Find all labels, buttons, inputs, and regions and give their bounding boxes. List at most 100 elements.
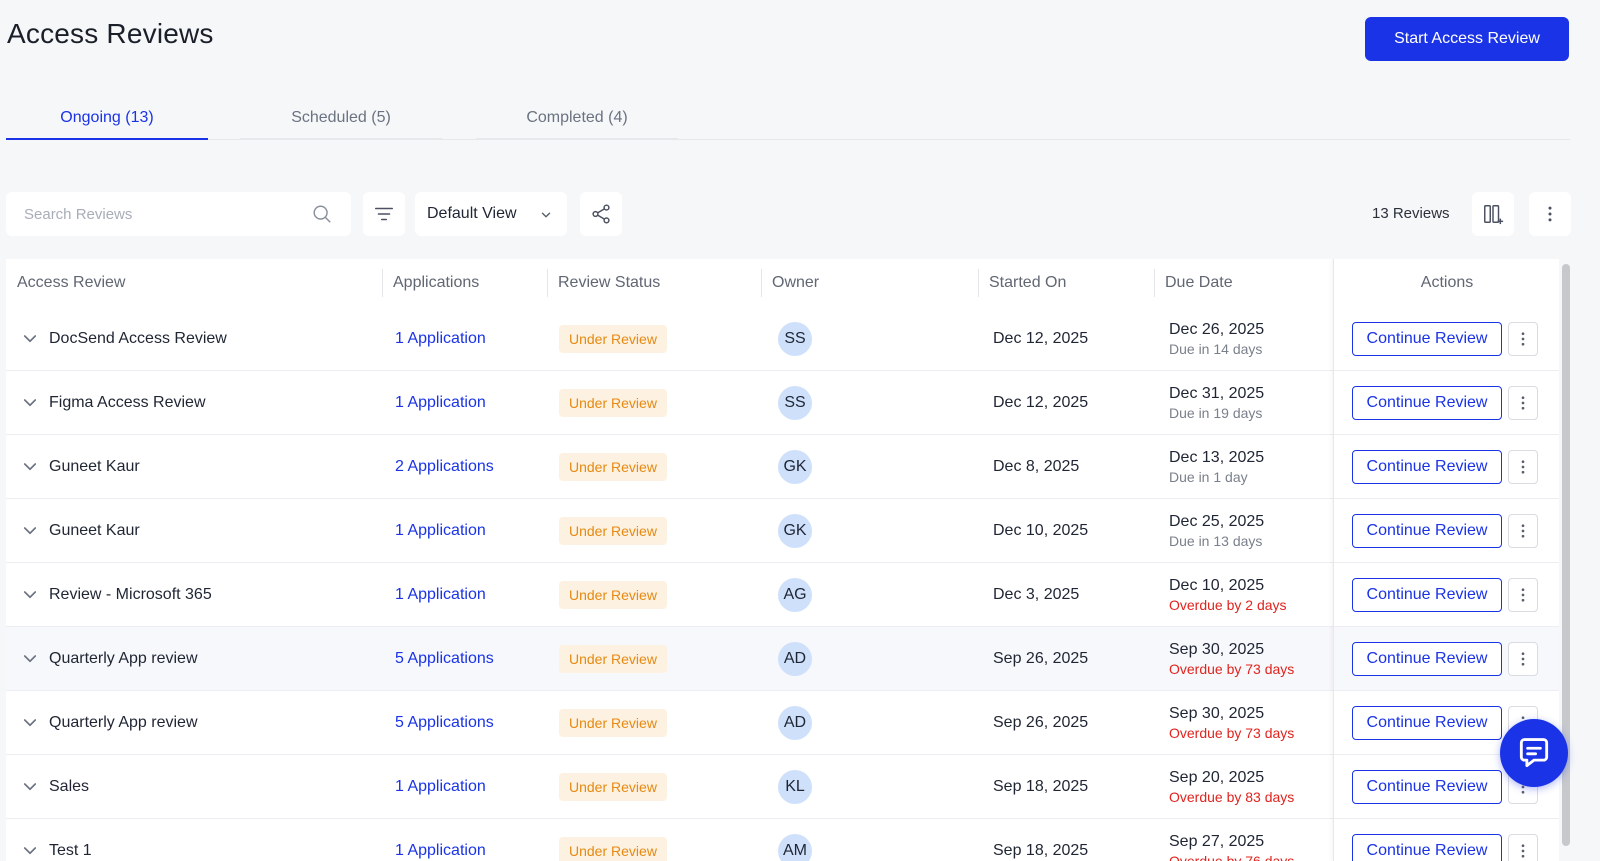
continue-review-button[interactable]: Continue Review: [1352, 834, 1502, 861]
columns-button[interactable]: [1472, 192, 1514, 236]
tab-ongoing[interactable]: Ongoing (13): [6, 98, 208, 140]
table-row[interactable]: DocSend Access Review 1 Application Under …: [6, 307, 1559, 371]
owner-avatar[interactable]: AG: [778, 578, 812, 612]
applications-link[interactable]: 1 Application: [395, 819, 486, 861]
status-badge: Under Review: [559, 517, 667, 545]
row-expand-toggle[interactable]: [18, 563, 42, 627]
applications-link[interactable]: 5 Applications: [395, 691, 494, 755]
search-input[interactable]: [24, 205, 304, 223]
tab-bar: Ongoing (13) Scheduled (5) Completed (4): [6, 98, 1570, 140]
chevron-down-icon: [23, 463, 37, 471]
action-row: Continue Review: [1334, 819, 1559, 861]
owner-avatar[interactable]: AD: [778, 706, 812, 740]
due-date: Dec 10, 2025: [1169, 577, 1265, 594]
owner-avatar[interactable]: SS: [778, 322, 812, 356]
applications-link[interactable]: 1 Application: [395, 499, 486, 563]
start-access-review-button[interactable]: Start Access Review: [1365, 17, 1569, 61]
search-icon[interactable]: [311, 203, 333, 225]
column-header-review-status[interactable]: Review Status: [547, 259, 761, 307]
continue-review-button[interactable]: Continue Review: [1352, 642, 1502, 676]
row-expand-toggle[interactable]: [18, 307, 42, 371]
action-row: Continue Review: [1334, 627, 1559, 691]
review-name: Quarterly App review: [49, 714, 198, 731]
column-header-started-on[interactable]: Started On: [978, 259, 1154, 307]
row-more-button[interactable]: [1508, 450, 1538, 484]
status-badge: Under Review: [559, 581, 667, 609]
tab-scheduled[interactable]: Scheduled (5): [240, 98, 442, 140]
continue-review-button[interactable]: Continue Review: [1352, 450, 1502, 484]
due-date-cell: Sep 30, 2025 Overdue by 73 days: [1169, 691, 1294, 755]
view-select[interactable]: Default View: [415, 192, 567, 236]
more-vertical-icon: [1521, 524, 1525, 538]
more-options-button[interactable]: [1529, 192, 1571, 236]
applications-link[interactable]: 1 Application: [395, 371, 486, 435]
owner-avatar[interactable]: SS: [778, 386, 812, 420]
continue-review-button[interactable]: Continue Review: [1352, 514, 1502, 548]
applications-link[interactable]: 1 Application: [395, 563, 486, 627]
column-header-access-review[interactable]: Access Review: [6, 259, 382, 307]
more-vertical-icon: [1521, 332, 1525, 346]
owner-avatar[interactable]: GK: [778, 514, 812, 548]
due-date-cell: Sep 30, 2025 Overdue by 73 days: [1169, 627, 1294, 691]
due-date-cell: Dec 10, 2025 Overdue by 2 days: [1169, 563, 1287, 627]
owner-avatar[interactable]: KL: [778, 770, 812, 804]
table-row[interactable]: Quarterly App review 5 Applications Under …: [6, 691, 1559, 755]
owner-avatar[interactable]: AD: [778, 642, 812, 676]
row-expand-toggle[interactable]: [18, 371, 42, 435]
due-date: Dec 26, 2025: [1169, 321, 1265, 338]
row-expand-toggle[interactable]: [18, 819, 42, 861]
table-row[interactable]: Quarterly App review 5 Applications Under …: [6, 627, 1559, 691]
row-expand-toggle[interactable]: [18, 435, 42, 499]
filter-button[interactable]: [363, 192, 405, 236]
table-row[interactable]: Review - Microsoft 365 1 Application Under…: [6, 563, 1559, 627]
table-row[interactable]: Test 1 1 Application Under Review AM Sep 18,…: [6, 819, 1559, 861]
row-more-button[interactable]: [1508, 322, 1538, 356]
applications-link[interactable]: 5 Applications: [395, 627, 494, 691]
more-vertical-icon: [1548, 206, 1552, 222]
row-more-button[interactable]: [1508, 642, 1538, 676]
continue-review-button[interactable]: Continue Review: [1352, 386, 1502, 420]
column-header-applications[interactable]: Applications: [382, 259, 547, 307]
due-date: Dec 25, 2025: [1169, 513, 1265, 530]
row-expand-toggle[interactable]: [18, 627, 42, 691]
applications-link[interactable]: 2 Applications: [395, 435, 494, 499]
continue-review-button[interactable]: Continue Review: [1352, 578, 1502, 612]
owner-avatar[interactable]: GK: [778, 450, 812, 484]
applications-link[interactable]: 1 Application: [395, 307, 486, 371]
row-more-button[interactable]: [1508, 386, 1538, 420]
table-row[interactable]: Guneet Kaur 2 Applications Under Review GK D…: [6, 435, 1559, 499]
review-name: Sales: [49, 778, 90, 795]
column-header-actions: Actions: [1420, 274, 1474, 291]
chat-support-button[interactable]: [1500, 719, 1568, 787]
status-badge: Under Review: [559, 773, 667, 801]
access-reviews-page: Access Reviews Start Access Review Ongoi…: [0, 0, 1600, 861]
review-name: Quarterly App review: [49, 650, 198, 667]
row-expand-toggle[interactable]: [18, 691, 42, 755]
row-more-button[interactable]: [1508, 514, 1538, 548]
applications-link[interactable]: 1 Application: [395, 755, 486, 819]
column-header-owner[interactable]: Owner: [761, 259, 978, 307]
row-expand-toggle[interactable]: [18, 499, 42, 563]
more-vertical-icon: [1521, 588, 1525, 602]
owner-avatar[interactable]: AM: [778, 834, 812, 861]
table-row[interactable]: Guneet Kaur 1 Application Under Review GK De…: [6, 499, 1559, 563]
row-expand-toggle[interactable]: [18, 755, 42, 819]
due-date-cell: Sep 27, 2025 Overdue by 76 days: [1169, 819, 1294, 861]
table-row[interactable]: Figma Access Review 1 Application Under Re…: [6, 371, 1559, 435]
continue-review-button[interactable]: Continue Review: [1352, 770, 1502, 804]
row-more-button[interactable]: [1508, 578, 1538, 612]
table-row[interactable]: Sales 1 Application Under Review KL Sep 18, …: [6, 755, 1559, 819]
continue-review-button[interactable]: Continue Review: [1352, 706, 1502, 740]
more-vertical-icon: [1521, 396, 1525, 410]
chevron-down-icon: [23, 655, 37, 663]
column-header-due-date[interactable]: Due Date: [1154, 259, 1333, 307]
started-on: Sep 26, 2025: [993, 714, 1089, 731]
status-badge: Under Review: [559, 837, 667, 861]
continue-review-button[interactable]: Continue Review: [1352, 322, 1502, 356]
row-more-button[interactable]: [1508, 834, 1538, 861]
status-badge: Under Review: [559, 645, 667, 673]
share-button[interactable]: [580, 192, 622, 236]
chevron-down-icon: [23, 527, 37, 535]
tab-completed[interactable]: Completed (4): [476, 98, 678, 140]
due-date: Dec 31, 2025: [1169, 385, 1265, 402]
